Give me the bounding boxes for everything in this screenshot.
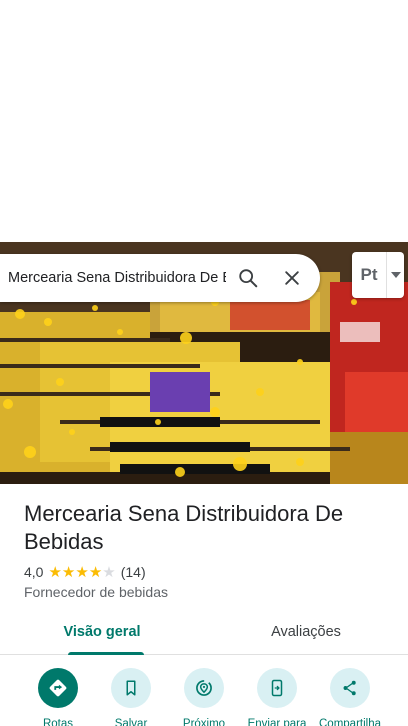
directions-icon (49, 679, 67, 697)
directions-label: Rotas (42, 718, 74, 726)
layers-label: Pt (360, 265, 378, 284)
rating-row[interactable]: 4,0 ★ ★ ★ ★ ★ (14) (24, 563, 146, 581)
review-count[interactable]: (14) (121, 564, 146, 580)
send-to-phone-button[interactable]: Enviar para (240, 668, 314, 726)
share-icon (343, 680, 356, 696)
clear-search-button[interactable] (270, 256, 314, 300)
active-tab-indicator (68, 652, 144, 655)
nearby-label: Próximo (182, 718, 226, 726)
send-to-phone-icon (271, 679, 283, 697)
place-title: Mercearia Sena Distribuidora De Bebidas (24, 501, 344, 554)
directions-circle[interactable] (38, 668, 78, 708)
star-empty-icon: ★ (102, 563, 116, 581)
nearby-button[interactable]: Próximo (167, 668, 241, 726)
close-icon (285, 271, 299, 285)
rating-value: 4,0 (24, 564, 44, 580)
nearby-circle[interactable] (184, 668, 224, 708)
send-to-phone-circle[interactable] (257, 668, 297, 708)
directions-button[interactable]: Rotas (21, 668, 95, 726)
rating-stars: ★ ★ ★ ★ ★ (48, 565, 115, 580)
share-button[interactable]: Compartilha (313, 668, 387, 726)
save-label: Salvar (114, 718, 148, 726)
star-icon: ★ (48, 563, 62, 581)
nearby-icon (196, 680, 212, 696)
star-icon: ★ (75, 563, 89, 581)
search-bar[interactable]: Mercearia Sena Distribuidora De Bebidas (0, 254, 320, 302)
layers-button[interactable]: Pt (352, 252, 404, 298)
search-input[interactable]: Mercearia Sena Distribuidora De Bebidas (0, 270, 226, 286)
save-circle[interactable] (111, 668, 151, 708)
tab-overview[interactable]: Visão geral (0, 614, 204, 655)
tab-reviews[interactable]: Avaliações (204, 614, 408, 654)
star-icon: ★ (88, 563, 103, 581)
tab-overview-label: Visão geral (63, 624, 141, 640)
share-label: Compartilha (319, 718, 381, 726)
place-category[interactable]: Fornecedor de bebidas (24, 584, 168, 600)
search-button[interactable] (226, 256, 270, 300)
tab-reviews-label: Avaliações (271, 624, 341, 640)
share-circle[interactable] (330, 668, 370, 708)
send-to-phone-label: Enviar para (247, 718, 307, 726)
tab-bar: Visão geral Avaliações (0, 614, 408, 655)
action-bar: Rotas Salvar Próximo Enviar para Compart… (0, 668, 408, 726)
chevron-down-icon (386, 252, 404, 298)
star-icon: ★ (61, 563, 76, 581)
search-icon (239, 269, 258, 288)
bookmark-icon (126, 680, 136, 696)
save-button[interactable]: Salvar (94, 668, 168, 726)
